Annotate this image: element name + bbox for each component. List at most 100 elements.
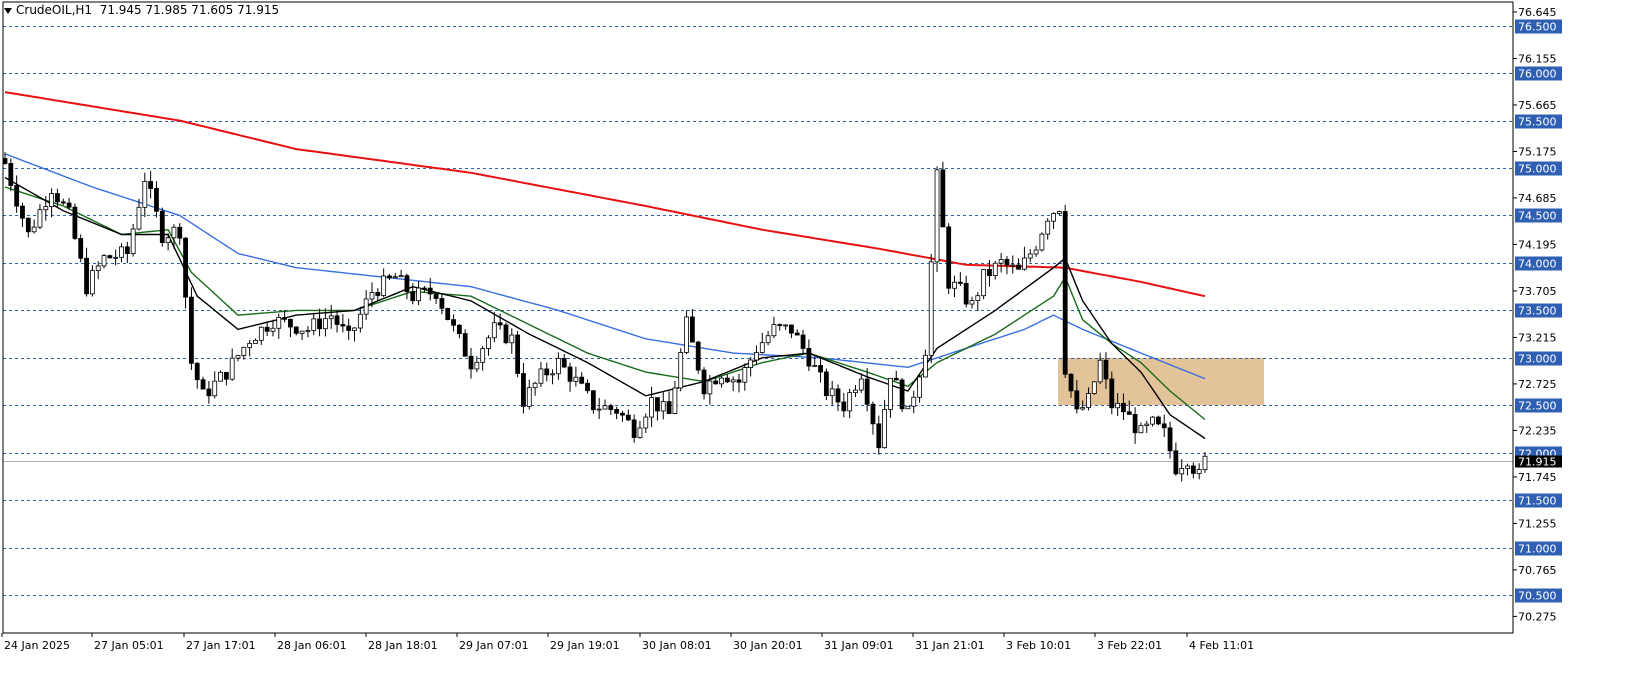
candle-body [299,330,305,334]
candle-body [1167,427,1173,452]
candle-body [177,226,183,239]
candle-body [975,295,981,301]
price-tick-label: 71.745 [1518,471,1557,484]
candle-body [276,316,282,329]
candle-body [84,257,89,295]
candle-body [154,188,159,212]
candle-body [101,255,107,267]
candle-body [223,371,229,380]
candle-body [113,256,119,259]
candle-body [404,275,410,293]
candle-body [934,169,940,263]
candle-body [538,368,544,384]
candle-body [416,287,421,302]
candle-body [363,298,369,315]
candle-body [666,401,672,414]
level-label: 76.500 [1518,21,1557,34]
candle-body [981,269,987,297]
candle-body [1138,425,1144,434]
candle-body [218,371,223,382]
candle-body [602,405,608,410]
time-tick-label: 27 Jan 05:01 [94,639,164,652]
candle-body [952,281,957,289]
candle-body [1150,416,1155,425]
candle-body [159,210,165,244]
price-tick-label: 71.255 [1518,517,1557,530]
candle-body [864,378,870,405]
candle-body [293,326,299,334]
current-price-label: 71.915 [1518,456,1557,469]
price-tick-label: 75.175 [1518,145,1557,158]
candle-body [1202,455,1208,470]
candle-body [235,355,241,359]
candle-body [765,335,771,344]
candle-body [998,259,1004,264]
candle-body [445,307,451,321]
candle-body [835,388,841,403]
candle-body [643,416,649,429]
price-chart[interactable]: 76.500 76.000 75.500 75.000 74.500 74.000 73.5… [0,0,1651,691]
candle-body [119,246,124,258]
candle-body [328,315,334,320]
candle-body [247,343,253,348]
candle-body [78,238,84,259]
candle-body [1091,381,1097,394]
candle-body [311,318,317,331]
candle-body [1086,393,1091,409]
candle-body [375,291,381,296]
candle-body [748,359,754,368]
symbol-menu-triangle-icon[interactable] [4,7,12,14]
candle-body [14,185,20,207]
candle-body [899,379,905,410]
level-label: 71.000 [1518,543,1557,556]
level-label: 72.500 [1518,400,1557,413]
candle-body [282,316,288,320]
candle-body [1173,450,1179,475]
candle-body [940,169,946,228]
time-tick-label: 30 Jan 20:01 [733,639,803,652]
candle-body [422,287,427,290]
price-tick-label: 73.215 [1518,331,1557,344]
candle-body [550,373,555,376]
level-label: 73.500 [1518,305,1557,318]
candle-body [526,387,532,407]
candle-body [486,337,491,350]
candle-body [579,376,585,384]
time-tick-label: 29 Jan 19:01 [550,639,620,652]
candle-body [1062,211,1068,375]
candle-body [381,275,387,296]
price-tick-label: 73.705 [1518,285,1557,298]
candle-body [1155,416,1161,425]
candle-body [89,270,95,295]
symbol-label: CrudeOIL,H1 [16,3,93,17]
candle-body [620,412,625,416]
candle-body [608,405,614,410]
candle-body [701,369,707,395]
candle-body [794,332,800,336]
candle-body [456,324,462,334]
candle-body [270,327,276,332]
candle-body [684,316,689,353]
level-label: 70.500 [1518,590,1557,603]
candle-body [532,382,538,389]
candle-body [433,293,439,299]
candle-body [911,396,917,407]
candle-body [841,401,847,412]
level-label: 75.000 [1518,163,1557,176]
candle-body [631,419,637,438]
candle-body [1132,414,1138,434]
time-tick-label: 30 Jan 08:01 [642,639,712,652]
candle-body [136,206,142,230]
candle-body [480,348,486,363]
candle-body [258,326,264,341]
candle-body [922,354,928,378]
candle-body [1161,423,1167,429]
candle-body [1010,264,1016,267]
candle-body [742,367,748,383]
level-label: 75.500 [1518,116,1557,129]
candle-body [497,322,503,326]
candle-body [334,315,340,325]
candle-body [882,409,888,449]
level-label: 73.000 [1518,353,1557,366]
time-tick-label: 27 Jan 17:01 [186,639,256,652]
